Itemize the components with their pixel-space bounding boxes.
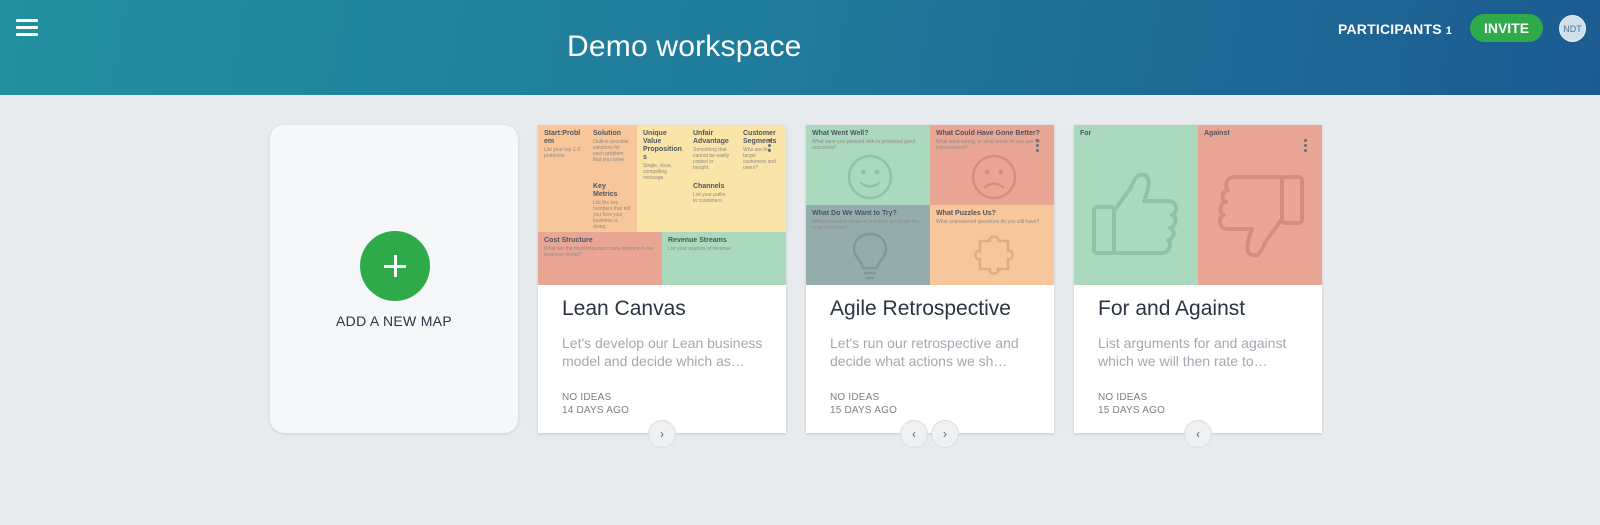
participants-label: PARTICIPANTS bbox=[1338, 21, 1442, 37]
canvas-cell-cost-structure: Cost Structure What are the most importan… bbox=[538, 232, 662, 285]
map-thumbnail[interactable]: What Went Well? What were you pleased wit… bbox=[806, 125, 1054, 285]
move-left-button[interactable]: ‹ bbox=[1184, 420, 1212, 448]
map-card-lean-canvas[interactable]: Start:Probl em List your top 1-3 problems… bbox=[538, 125, 786, 448]
chevron-left-icon: ‹ bbox=[912, 427, 916, 441]
canvas-cell-problem: Start:Probl em List your top 1-3 problems bbox=[538, 125, 587, 232]
map-title: Agile Retrospective bbox=[830, 297, 1011, 320]
map-age: 15 DAYS AGO bbox=[1098, 405, 1166, 416]
more-options-icon[interactable] bbox=[768, 139, 772, 153]
chevron-right-icon: › bbox=[943, 427, 947, 441]
move-right-button[interactable]: › bbox=[931, 420, 959, 448]
canvas-cell-channels: Channels List your paths to customers. bbox=[687, 178, 737, 232]
puzzle-piece-icon bbox=[974, 235, 1014, 275]
canvas-cell-solution: Solution Outline possible solutions for e… bbox=[587, 125, 637, 178]
participants-button[interactable]: PARTICIPANTS 1 bbox=[1338, 21, 1452, 37]
sad-face-icon bbox=[971, 154, 1017, 200]
canvas-cell-value-proposition: Unique Value Proposition s Single, clear,… bbox=[637, 125, 687, 232]
thumbs-up-icon bbox=[1092, 172, 1179, 255]
canvas-cell-unfair-advantage: Unfair Advantage Something that cannot be… bbox=[687, 125, 737, 178]
ideas-count: NO IDEAS bbox=[562, 392, 612, 403]
canvas-cell-key-metrics: Key Metrics List the key numbers that tel… bbox=[587, 178, 637, 232]
chevron-left-icon: ‹ bbox=[1196, 427, 1200, 441]
map-thumbnail[interactable]: For Against bbox=[1074, 125, 1322, 285]
chevron-right-icon: › bbox=[660, 427, 664, 441]
map-description: Let's develop our Lean business model an… bbox=[562, 335, 763, 369]
more-options-icon[interactable] bbox=[1036, 139, 1040, 153]
thumbs-down-icon bbox=[1217, 175, 1304, 258]
lightbulb-icon bbox=[852, 232, 888, 280]
map-description: List arguments for and against which we … bbox=[1098, 335, 1287, 369]
app-header: Demo workspace PARTICIPANTS 1 INVITE NDT bbox=[0, 0, 1600, 95]
move-right-button[interactable]: › bbox=[648, 420, 676, 448]
move-left-button[interactable]: ‹ bbox=[900, 420, 928, 448]
map-description: Let's run our retrospective and decide w… bbox=[830, 335, 1019, 369]
canvas-cell-revenue-streams: Revenue Streams List your sources of reve… bbox=[662, 232, 786, 285]
map-thumbnail[interactable]: Start:Probl em List your top 1-3 problems… bbox=[538, 125, 786, 285]
ideas-count: NO IDEAS bbox=[1098, 392, 1148, 403]
map-card-agile-retrospective[interactable]: What Went Well? What were you pleased wit… bbox=[806, 125, 1054, 448]
add-new-map-label: ADD A NEW MAP bbox=[336, 313, 452, 329]
map-age: 15 DAYS AGO bbox=[830, 405, 898, 416]
add-new-map-card[interactable]: ADD A NEW MAP bbox=[270, 125, 518, 433]
hamburger-menu-icon[interactable] bbox=[16, 18, 38, 36]
plus-icon[interactable] bbox=[360, 231, 430, 301]
map-card-for-and-against[interactable]: For Against For and Against List argumen… bbox=[1074, 125, 1322, 448]
participants-count: 1 bbox=[1445, 25, 1453, 37]
workspace-title: Demo workspace bbox=[567, 30, 802, 63]
invite-button[interactable]: INVITE bbox=[1470, 14, 1543, 42]
smiley-face-icon bbox=[847, 154, 893, 200]
ideas-count: NO IDEAS bbox=[830, 392, 880, 403]
map-title: For and Against bbox=[1098, 297, 1246, 320]
map-age: 14 DAYS AGO bbox=[562, 405, 630, 416]
more-options-icon[interactable] bbox=[1304, 139, 1308, 153]
avatar[interactable]: NDT bbox=[1559, 15, 1586, 42]
map-title: Lean Canvas bbox=[562, 297, 686, 320]
canvas-cell-customer-segments: Customer Segments Who are the target cust… bbox=[737, 125, 786, 232]
